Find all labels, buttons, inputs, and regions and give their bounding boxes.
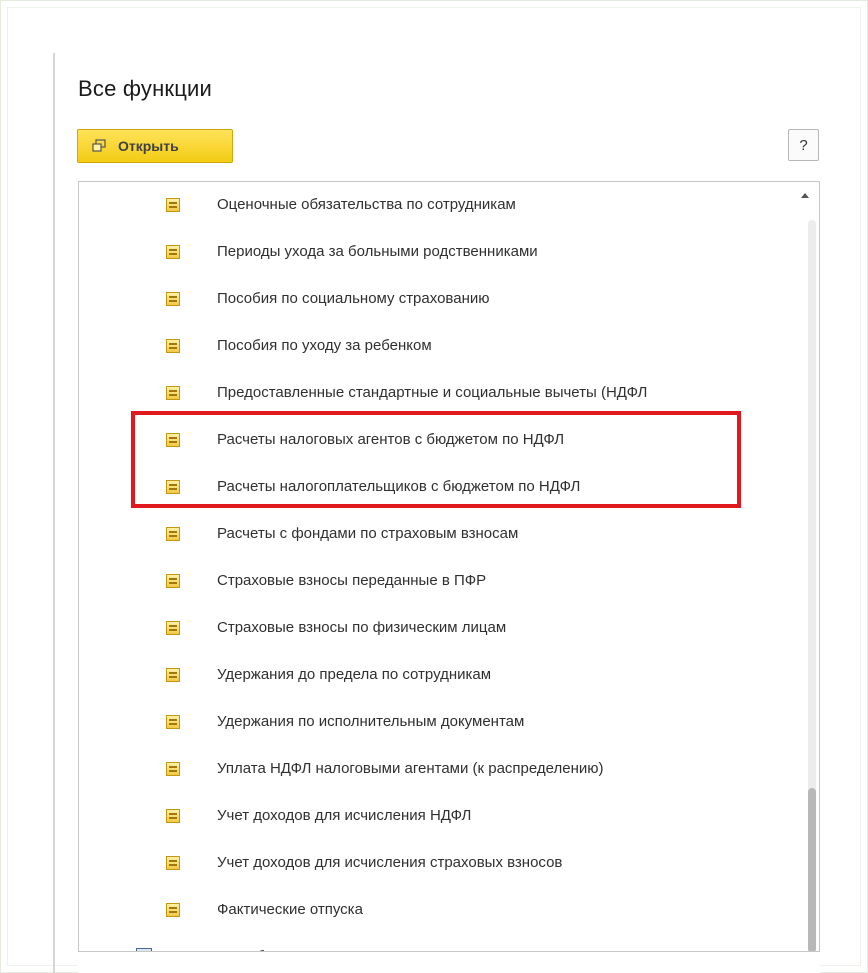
tree-item-label: Оценочные обязательства по сотрудникам [217,196,516,213]
open-button-label: Открыть [118,138,179,154]
tree-item[interactable]: Учет доходов для исчисления НДФЛ [79,793,791,840]
register-icon [166,809,180,823]
tree-item[interactable]: Страховые взносы по физическим лицам [79,605,791,652]
tree-item[interactable]: Удержания до предела по сотрудникам [79,652,791,699]
tree-item-label: Предоставленные стандартные и социальные… [217,384,648,401]
tree-item[interactable]: Удержания по исполнительным документам [79,699,791,746]
bottom-edge [78,952,820,973]
register-icon [166,480,180,494]
tree-item[interactable]: Уплата НДФЛ налоговыми агентами (к распр… [79,746,791,793]
vertical-scrollbar[interactable] [793,182,819,951]
tree-item-label: Учет доходов для исчисления НДФЛ [217,807,472,824]
tree-item[interactable]: Расчеты налоговых агентов с бюджетом по … [79,417,791,464]
functions-tree[interactable]: Оценочные обязательства по сотрудникам Пе… [78,181,820,952]
scroll-thumb[interactable] [808,788,816,951]
tree-item-label: Учет доходов для исчисления страховых вз… [217,854,563,871]
register-icon [166,527,180,541]
register-icon [166,762,180,776]
tree-item-label: Пособия по уходу за ребенком [217,337,432,354]
register-icon [166,386,180,400]
tree-item[interactable]: Страховые взносы переданные в ПФР [79,558,791,605]
tree-item[interactable]: Расчеты с фондами по страховым взносам [79,511,791,558]
tree-item[interactable]: Оценочные обязательства по сотрудникам [79,182,791,229]
tree-item[interactable]: Фактические отпуска [79,887,791,934]
tree-item[interactable]: Учет доходов для исчисления страховых вз… [79,840,791,887]
register-icon [166,668,180,682]
tree-item[interactable]: Расчеты налогоплательщиков с бюджетом по… [79,464,791,511]
register-icon [166,903,180,917]
register-icon [166,574,180,588]
tree-item-label: Периоды ухода за больными родственниками [217,243,538,260]
open-window-icon [92,139,106,153]
register-icon [166,245,180,259]
tree-item-label: Уплата НДФЛ налоговыми агентами (к распр… [217,760,604,777]
register-icon [166,339,180,353]
page-title: Все функции [78,76,213,101]
tree-item-label: Удержания до предела по сотрудникам [217,666,492,683]
tree-item[interactable]: Периоды ухода за больными родственниками [79,229,791,276]
tree-item-label: Пособия по социальному страхованию [217,290,490,307]
tree-item[interactable]: Предоставленные стандартные и социальные… [79,370,791,417]
register-icon [166,433,180,447]
register-icon [166,198,180,212]
tree-group-row[interactable]: Регистры бухгалтерии [79,934,791,951]
open-button[interactable]: Открыть [77,129,233,163]
tree-item-label: Страховые взносы по физическим лицам [217,619,507,636]
help-button[interactable]: ? [788,129,819,161]
tree-list: Оценочные обязательства по сотрудникам Пе… [79,182,791,951]
panel-divider [53,53,55,973]
scroll-up-arrow-icon[interactable] [801,193,809,198]
register-icon [166,715,180,729]
register-icon [166,292,180,306]
tree-item-label: Расчеты налогоплательщиков с бюджетом по… [217,478,581,495]
tree-item-label: Расчеты налоговых агентов с бюджетом по … [217,431,565,448]
tree-item[interactable]: Пособия по социальному страхованию [79,276,791,323]
tree-item-label: Расчеты с фондами по страховым взносам [217,525,519,542]
tree-item-label: Фактические отпуска [217,901,363,918]
tree-item[interactable]: Пособия по уходу за ребенком [79,323,791,370]
tree-item-label: Страховые взносы переданные в ПФР [217,572,487,589]
register-icon [166,856,180,870]
tree-item-label: Удержания по исполнительным документам [217,713,525,730]
register-icon [166,621,180,635]
